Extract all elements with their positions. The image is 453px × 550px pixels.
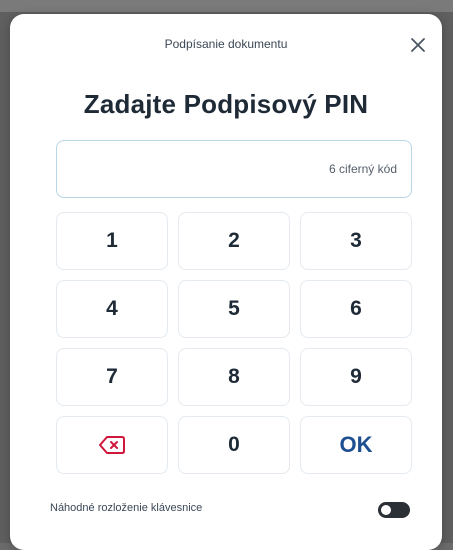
key-1[interactable]: 1 xyxy=(56,212,168,270)
key-0[interactable]: 0 xyxy=(178,416,290,474)
pin-keypad: 1 2 3 4 5 6 7 8 9 0 OK xyxy=(56,212,412,474)
key-6[interactable]: 6 xyxy=(300,280,412,338)
toggle-knob xyxy=(381,505,391,515)
close-icon xyxy=(406,33,430,57)
key-8[interactable]: 8 xyxy=(178,348,290,406)
key-9[interactable]: 9 xyxy=(300,348,412,406)
dialog-header: Podpísanie dokumentu xyxy=(10,14,442,74)
random-layout-toggle[interactable] xyxy=(378,502,410,518)
pin-field xyxy=(56,140,412,198)
pin-input[interactable] xyxy=(57,141,411,197)
sign-document-dialog: Podpísanie dokumentu Zadajte Podpisový P… xyxy=(10,14,442,550)
key-3[interactable]: 3 xyxy=(300,212,412,270)
dialog-title: Zadajte Podpisový PIN xyxy=(83,89,369,119)
random-layout-label: Náhodné rozloženie klávesnice xyxy=(50,502,203,514)
key-4[interactable]: 4 xyxy=(56,280,168,338)
dialog-subtitle: Podpísanie dokumentu xyxy=(164,37,288,51)
ok-button[interactable]: OK xyxy=(300,416,412,474)
keypad-options: Náhodné rozloženie klávesnice xyxy=(50,500,410,520)
key-2[interactable]: 2 xyxy=(178,212,290,270)
key-7[interactable]: 7 xyxy=(56,348,168,406)
key-5[interactable]: 5 xyxy=(178,280,290,338)
backspace-button[interactable] xyxy=(56,416,168,474)
backspace-icon xyxy=(98,435,126,455)
close-button[interactable] xyxy=(406,33,430,57)
